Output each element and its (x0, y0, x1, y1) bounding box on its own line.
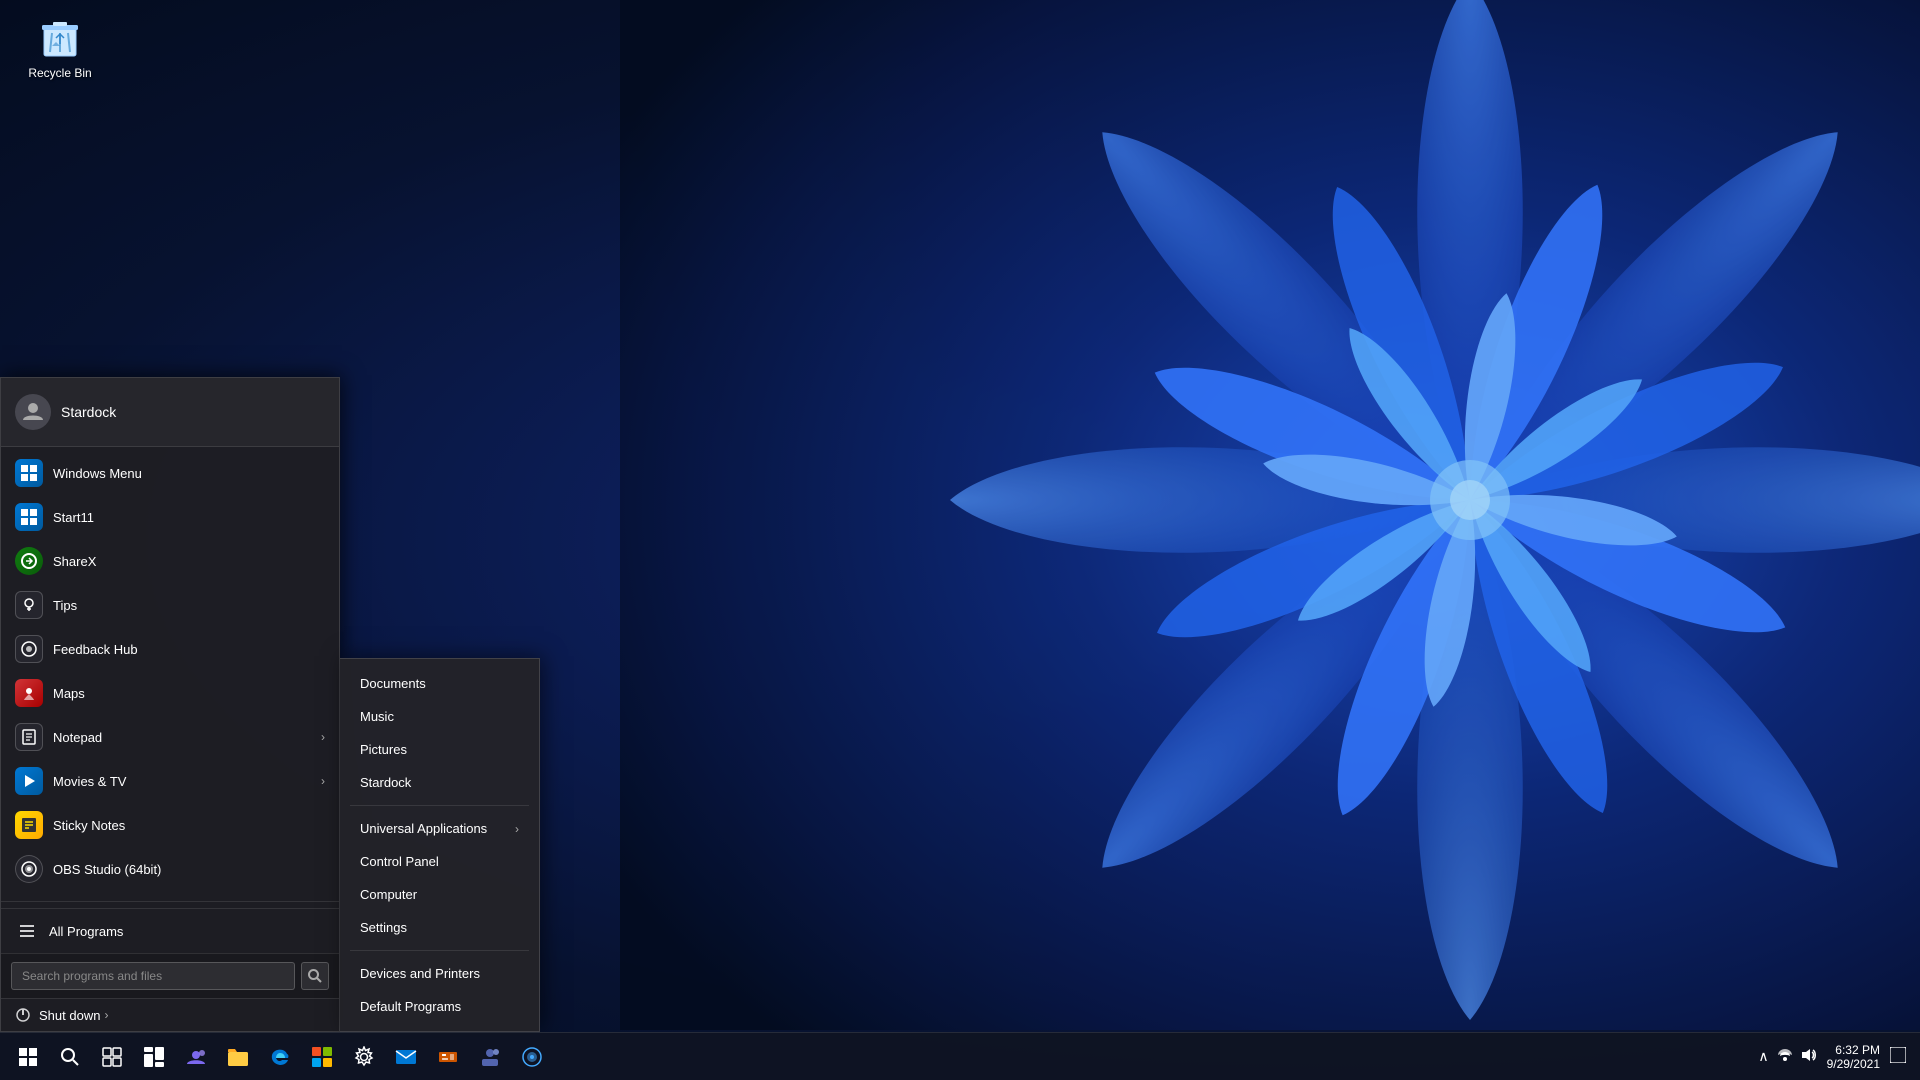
start-menu-items-list: Windows Menu Start11 ShareX (1, 447, 339, 895)
sharex-label: ShareX (53, 554, 96, 569)
documents-label: Documents (360, 676, 426, 691)
notepad-arrow: › (321, 730, 325, 744)
feedback-hub-icon (15, 635, 43, 663)
maps-icon (15, 679, 43, 707)
sub-separator-1 (350, 805, 529, 806)
edge-button[interactable] (260, 1037, 300, 1077)
start-search-bar (1, 953, 339, 998)
start-button[interactable] (8, 1037, 48, 1077)
start-menu: Stardock Windows Menu Start11 (0, 377, 340, 1032)
sub-item-documents[interactable]: Documents (340, 667, 539, 700)
sub-item-stardock[interactable]: Stardock (340, 766, 539, 799)
taskbar-left (0, 1037, 552, 1077)
menu-item-obs-studio[interactable]: OBS Studio (64bit) (1, 847, 339, 891)
menu-item-tips[interactable]: Tips (1, 583, 339, 627)
teams-button[interactable] (470, 1037, 510, 1077)
sub-item-music[interactable]: Music (340, 700, 539, 733)
chevron-up-icon[interactable]: ∧ (1756, 1046, 1770, 1067)
tips-label: Tips (53, 598, 77, 613)
menu-item-start11[interactable]: Start11 (1, 495, 339, 539)
sticky-notes-label: Sticky Notes (53, 818, 125, 833)
default-programs-label: Default Programs (360, 999, 461, 1014)
taskbar-right: ∧ 6:32 PM 9/29/2021 (1756, 1043, 1920, 1071)
sticky-notes-icon (15, 811, 43, 839)
sub-panel: Documents Music Pictures Stardock Univer… (340, 658, 540, 1032)
obs-studio-label: OBS Studio (64bit) (53, 862, 161, 877)
clock-date: 9/29/2021 (1827, 1057, 1880, 1071)
file-explorer-button[interactable] (218, 1037, 258, 1077)
dev-bar-button[interactable] (428, 1037, 468, 1077)
menu-item-feedback-hub[interactable]: Feedback Hub (1, 627, 339, 671)
all-programs-row[interactable]: All Programs (1, 908, 339, 953)
taskbar-search-button[interactable] (50, 1037, 90, 1077)
movies-tv-label: Movies & TV (53, 774, 126, 789)
settings-label: Settings (360, 920, 407, 935)
notification-button[interactable] (1888, 1045, 1908, 1068)
feedback-hub-label: Feedback Hub (53, 642, 138, 657)
mail-button[interactable] (386, 1037, 426, 1077)
sharex-icon (15, 547, 43, 575)
windows-menu-icon (15, 459, 43, 487)
tips-icon (15, 591, 43, 619)
maps-label: Maps (53, 686, 85, 701)
menu-item-notepad[interactable]: Notepad › (1, 715, 339, 759)
pictures-label: Pictures (360, 742, 407, 757)
teams-chat-button[interactable] (176, 1037, 216, 1077)
taskbar-clock[interactable]: 6:32 PM 9/29/2021 (1827, 1043, 1880, 1071)
start-menu-user-header[interactable]: Stardock (1, 378, 339, 447)
menu-item-sticky-notes[interactable]: Sticky Notes (1, 803, 339, 847)
sub-item-devices-printers[interactable]: Devices and Printers (340, 957, 539, 990)
computer-label: Computer (360, 887, 417, 902)
universal-apps-label: Universal Applications (360, 821, 487, 836)
all-programs-label: All Programs (49, 924, 123, 939)
store-button[interactable] (302, 1037, 342, 1077)
sub-item-control-panel[interactable]: Control Panel (340, 845, 539, 878)
menu-separator-1 (1, 901, 339, 902)
windows-menu-label: Windows Menu (53, 466, 142, 481)
user-avatar (15, 394, 51, 430)
taskbar-settings-button[interactable] (344, 1037, 384, 1077)
universal-apps-arrow: › (515, 822, 519, 836)
menu-item-maps[interactable]: Maps (1, 671, 339, 715)
sub-item-pictures[interactable]: Pictures (340, 733, 539, 766)
control-panel-label: Control Panel (360, 854, 439, 869)
start11-icon (15, 503, 43, 531)
sub-item-universal-apps[interactable]: Universal Applications › (340, 812, 539, 845)
sub-item-default-programs[interactable]: Default Programs (340, 990, 539, 1023)
taskbar: ∧ 6:32 PM 9/29/2021 (0, 1032, 1920, 1080)
search-button[interactable] (301, 962, 329, 990)
movies-tv-arrow: › (321, 774, 325, 788)
volume-icon[interactable] (1799, 1045, 1819, 1068)
network-icon[interactable] (1775, 1045, 1795, 1068)
shutdown-arrow: › (104, 1008, 108, 1022)
system-tray-icons: ∧ (1756, 1045, 1818, 1068)
sub-item-settings[interactable]: Settings (340, 911, 539, 944)
recycle-bin-icon[interactable]: Recycle Bin (20, 10, 100, 84)
movies-tv-icon (15, 767, 43, 795)
stardock-label: Stardock (360, 775, 411, 790)
clock-time: 6:32 PM (1827, 1043, 1880, 1057)
user-name: Stardock (61, 404, 116, 420)
all-programs-icon (15, 919, 39, 943)
extra-icon-button[interactable] (512, 1037, 552, 1077)
sub-item-computer[interactable]: Computer (340, 878, 539, 911)
devices-printers-label: Devices and Printers (360, 966, 480, 981)
search-input[interactable] (11, 962, 295, 990)
menu-item-windows-menu[interactable]: Windows Menu (1, 451, 339, 495)
menu-item-sharex[interactable]: ShareX (1, 539, 339, 583)
shutdown-row[interactable]: Shut down › (1, 998, 339, 1031)
notepad-label: Notepad (53, 730, 102, 745)
music-label: Music (360, 709, 394, 724)
start11-label: Start11 (53, 510, 94, 525)
obs-studio-icon (15, 855, 43, 883)
sub-separator-2 (350, 950, 529, 951)
task-view-button[interactable] (92, 1037, 132, 1077)
shutdown-label: Shut down (39, 1008, 100, 1023)
recycle-bin-label: Recycle Bin (28, 66, 91, 80)
notepad-icon (15, 723, 43, 751)
widgets-button[interactable] (134, 1037, 174, 1077)
menu-item-movies-tv[interactable]: Movies & TV › (1, 759, 339, 803)
